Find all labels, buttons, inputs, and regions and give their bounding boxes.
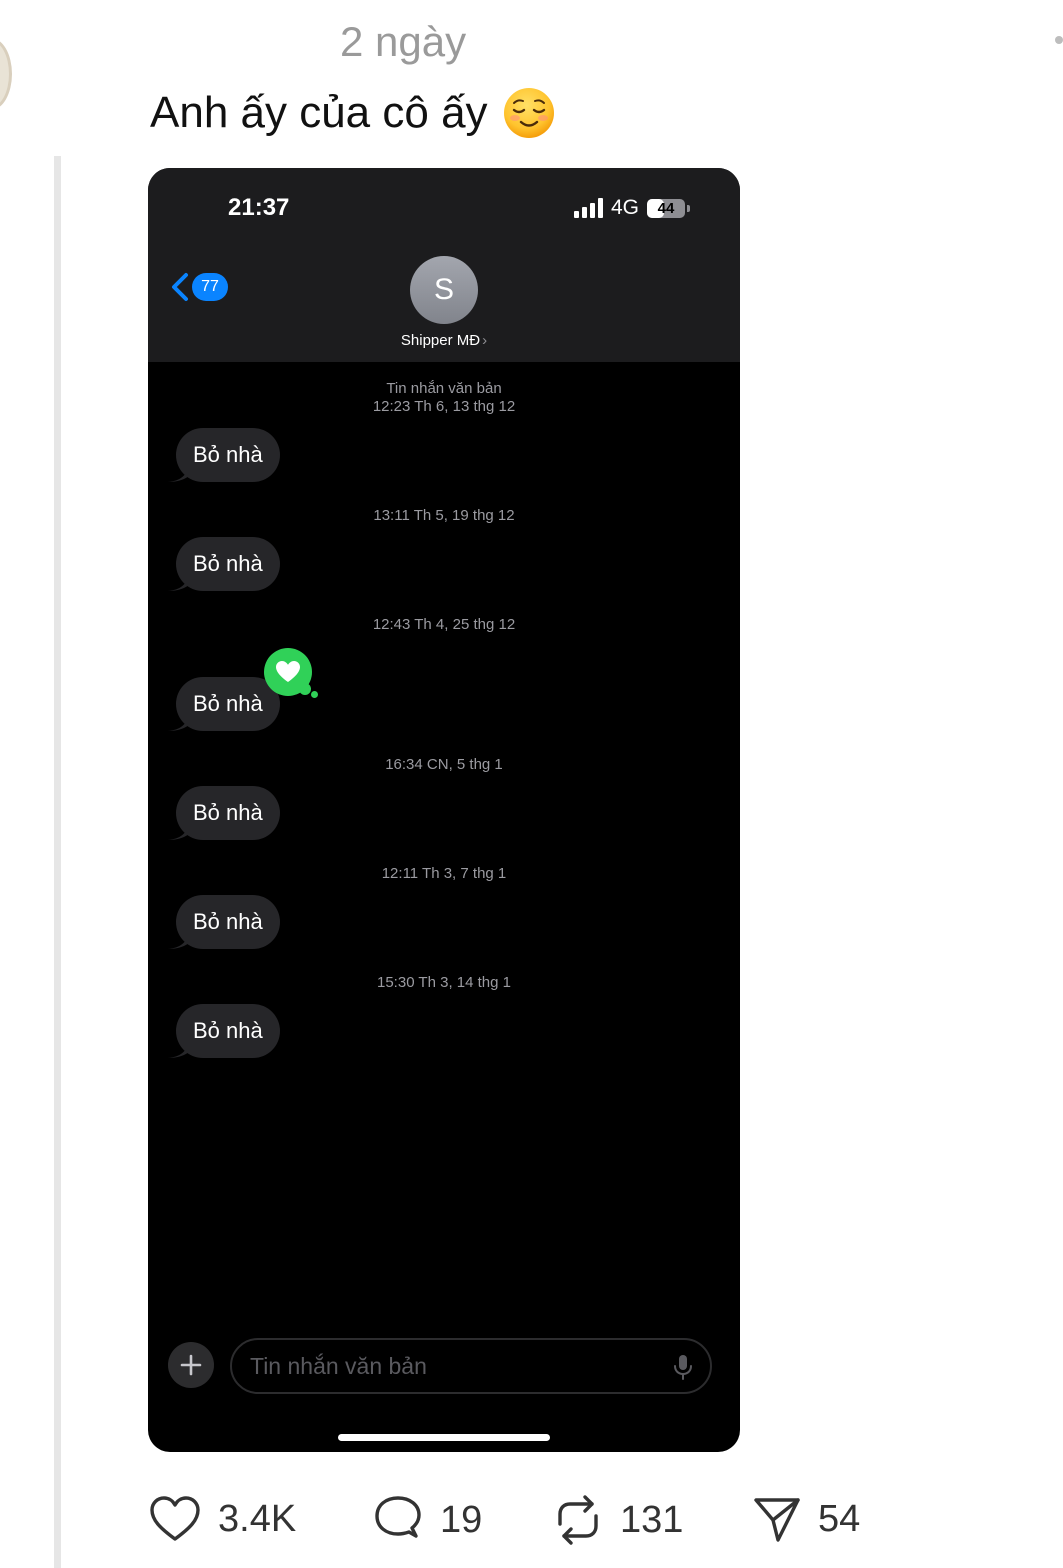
timestamp: 16:34 CN, 5 thg 1: [148, 756, 740, 774]
like-button[interactable]: 3.4K: [148, 1494, 296, 1544]
signal-icon: [573, 198, 603, 218]
timestamp: 15:30 Th 3, 14 thg 1: [148, 974, 740, 992]
microphone-icon[interactable]: [672, 1354, 694, 1380]
network-label: 4G: [610, 196, 639, 219]
contact-name: Shipper MĐ: [400, 332, 481, 349]
status-time: 21:37: [228, 194, 290, 221]
share-count: 54: [818, 1497, 861, 1540]
thread-line: [54, 156, 61, 1568]
chevron-right-icon: ›: [482, 332, 488, 349]
timestamp: 12:43 Th 4, 25 thg 12: [148, 616, 740, 634]
timestamp-line: 13:11 Th 5, 19 thg 12: [373, 507, 515, 524]
repost-icon: [558, 1495, 598, 1545]
timestamp-line: 12:11 Th 3, 7 thg 1: [381, 865, 507, 882]
timestamp-line: 12:43 Th 4, 25 thg 12: [372, 616, 516, 633]
reply-button[interactable]: 19: [372, 1494, 482, 1546]
heart-tapback[interactable]: [264, 648, 312, 696]
timestamp-line: 12:23 Th 6, 13 thg 12: [372, 398, 516, 415]
timestamp-line: Tin nhắn văn bản: [386, 380, 502, 397]
more-options-icon[interactable]: [1055, 36, 1063, 44]
heart-icon: [276, 661, 300, 682]
home-indicator: [338, 1434, 550, 1441]
post-timestamp: 2 ngày: [340, 18, 467, 65]
status-bar-right: 4G 44: [573, 196, 690, 220]
author-avatar[interactable]: [0, 38, 12, 110]
back-button[interactable]: 77: [170, 272, 228, 302]
repost-count: 131: [620, 1498, 684, 1541]
chevron-left-icon: [172, 273, 188, 301]
message-bubble[interactable]: Bỏ nhà: [176, 428, 280, 482]
repost-button[interactable]: 131: [552, 1494, 683, 1546]
attached-screenshot[interactable]: 21:37 4G 44 77 S Shipper MĐ › Tin nhắn vă…: [148, 168, 740, 1452]
battery-level: 44: [657, 199, 675, 217]
post-caption: Anh ấy của cô ấy: [150, 86, 556, 140]
timestamp-line: 15:30 Th 3, 14 thg 1: [377, 974, 511, 991]
reply-icon: [375, 1496, 421, 1538]
send-icon: [754, 1498, 800, 1542]
message-bubble[interactable]: Bỏ nhà: [176, 1004, 280, 1058]
plus-icon: [180, 1354, 202, 1376]
heart-icon: [150, 1496, 200, 1541]
reply-count: 19: [440, 1498, 483, 1541]
add-attachment-button[interactable]: [168, 1342, 214, 1388]
post-caption-text: Anh ấy của cô ấy: [150, 88, 488, 137]
contact-avatar[interactable]: S: [410, 256, 478, 324]
battery-tip: [687, 204, 690, 212]
message-input[interactable]: [230, 1338, 712, 1394]
contact-name-button[interactable]: Shipper MĐ ›: [148, 332, 740, 349]
timestamp: 13:11 Th 5, 19 thg 12: [148, 507, 740, 525]
tapback-tail: [311, 691, 318, 698]
message-bubble[interactable]: Bỏ nhà: [176, 786, 280, 840]
timestamp-line: 16:34 CN, 5 thg 1: [385, 756, 503, 773]
message-bubble[interactable]: Bỏ nhà: [176, 895, 280, 949]
share-button[interactable]: 54: [752, 1494, 860, 1544]
timestamp: 12:11 Th 3, 7 thg 1: [148, 865, 740, 883]
relieved-face-emoji: [502, 86, 556, 140]
battery-icon: 44: [647, 198, 685, 218]
timestamp: Tin nhắn văn bản 12:23 Th 6, 13 thg 12: [148, 380, 740, 416]
unread-badge: 77: [192, 273, 228, 301]
like-count: 3.4K: [218, 1497, 297, 1540]
message-bubble[interactable]: Bỏ nhà: [176, 537, 280, 591]
